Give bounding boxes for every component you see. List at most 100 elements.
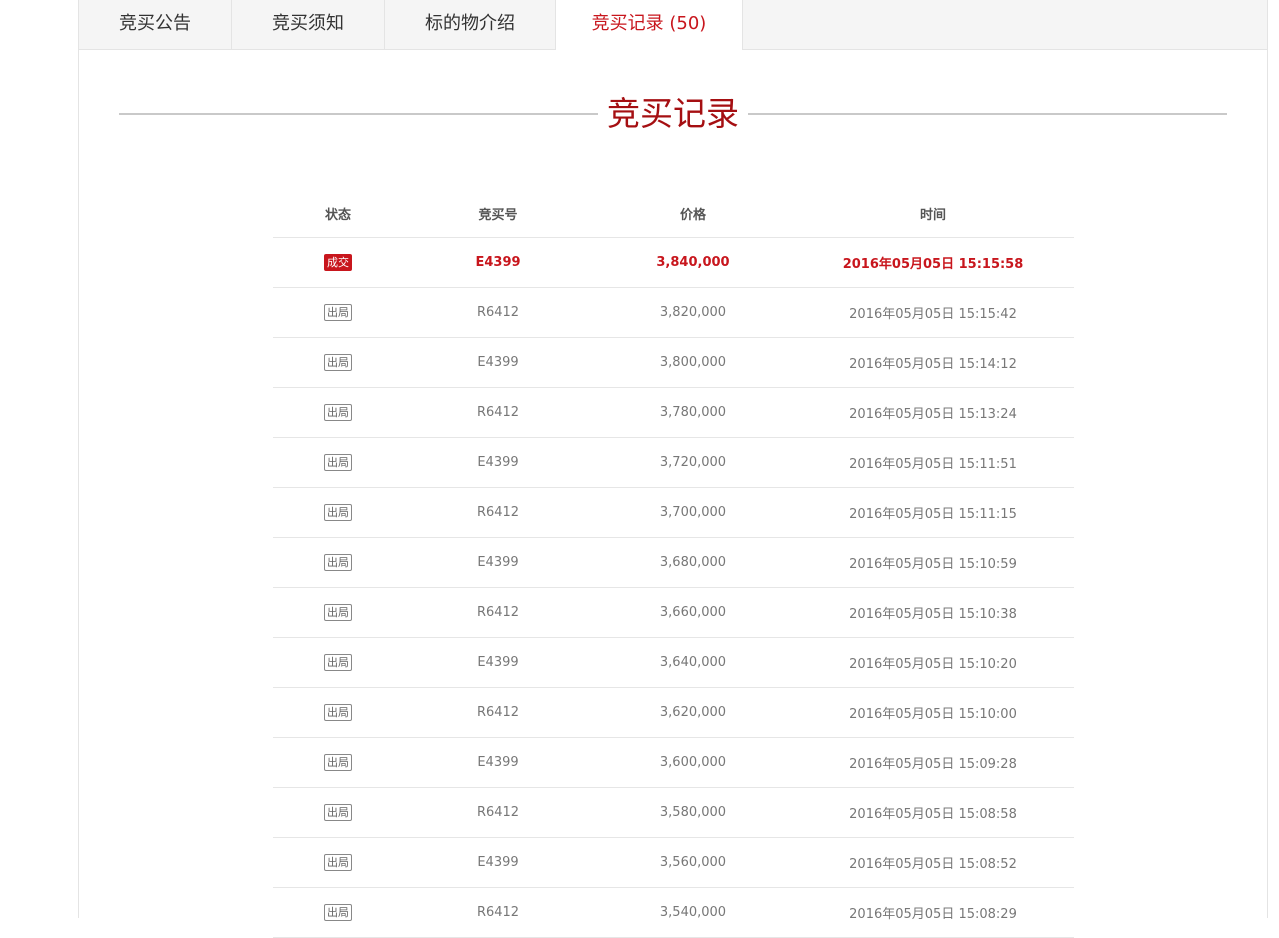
time-cell: 2016年05月05日 15:11:15 xyxy=(849,507,1017,522)
status-cell: 出局 xyxy=(273,438,403,487)
status-badge: 出局 xyxy=(324,804,352,821)
header-bidder-number: 竞买号 xyxy=(478,208,518,223)
table-row: 出局 E4399 3,680,000 2016年05月05日 15:10:59 xyxy=(273,538,1074,588)
table-row: 出局 R6412 3,580,000 2016年05月05日 15:08:58 xyxy=(273,788,1074,838)
time-cell: 2016年05月05日 15:10:59 xyxy=(849,557,1017,572)
time-cell: 2016年05月05日 15:11:51 xyxy=(849,457,1017,472)
tab-bid-records[interactable]: 竞买记录 (50) xyxy=(556,0,743,50)
table-row: 出局 E4399 3,720,000 2016年05月05日 15:11:51 xyxy=(273,438,1074,488)
table-row: 出局 R6412 3,660,000 2016年05月05日 15:10:38 xyxy=(273,588,1074,638)
status-badge: 出局 xyxy=(324,754,352,771)
status-badge: 出局 xyxy=(324,654,352,671)
bidder-number-cell: R6412 xyxy=(476,905,520,920)
bidder-number-cell: E4399 xyxy=(475,255,521,270)
status-cell: 出局 xyxy=(273,738,403,787)
bidder-number-cell: E4399 xyxy=(477,755,519,770)
bidder-number-cell: R6412 xyxy=(476,405,520,420)
status-badge: 出局 xyxy=(324,904,352,921)
bidder-number-cell: R6412 xyxy=(476,805,520,820)
time-cell: 2016年05月05日 15:14:12 xyxy=(849,357,1017,372)
table-row: 成交 E4399 3,840,000 2016年05月05日 15:15:58 xyxy=(273,238,1074,288)
status-badge: 出局 xyxy=(324,604,352,621)
status-badge: 出局 xyxy=(324,304,352,321)
status-cell: 出局 xyxy=(273,838,403,887)
status-badge: 出局 xyxy=(324,554,352,571)
status-badge: 出局 xyxy=(324,404,352,421)
status-badge: 出局 xyxy=(324,354,352,371)
bidder-number-cell: E4399 xyxy=(477,655,519,670)
table-header-row: 状态 竞买号 价格 时间 xyxy=(273,190,1074,238)
header-status: 状态 xyxy=(324,208,351,223)
status-cell: 出局 xyxy=(273,488,403,537)
bidder-number-cell: R6412 xyxy=(476,305,520,320)
price-cell: 3,700,000 xyxy=(659,505,727,520)
price-cell: 3,600,000 xyxy=(659,755,727,770)
status-badge: 出局 xyxy=(324,854,352,871)
table-row: 出局 E4399 3,560,000 2016年05月05日 15:08:52 xyxy=(273,838,1074,888)
time-cell: 2016年05月05日 15:10:00 xyxy=(849,707,1017,722)
price-cell: 3,680,000 xyxy=(659,555,727,570)
status-cell: 成交 xyxy=(273,238,403,287)
table-row: 出局 R6412 3,540,000 2016年05月05日 15:08:29 xyxy=(273,888,1074,938)
bidder-number-cell: E4399 xyxy=(477,455,519,470)
bid-records-table: 状态 竞买号 价格 时间 成交 E4399 3,840,000 2016年05月05日… xyxy=(273,190,1074,938)
time-cell: 2016年05月05日 15:08:52 xyxy=(849,857,1017,872)
status-badge: 出局 xyxy=(324,704,352,721)
status-cell: 出局 xyxy=(273,588,403,637)
section-title: 竞买记录 xyxy=(607,94,739,133)
status-cell: 出局 xyxy=(273,338,403,387)
bidder-number-cell: E4399 xyxy=(477,355,519,370)
section-header: 竞买记录 xyxy=(119,90,1227,138)
status-cell: 出局 xyxy=(273,638,403,687)
bidder-number-cell: E4399 xyxy=(477,555,519,570)
price-cell: 3,540,000 xyxy=(659,905,727,920)
price-cell: 3,720,000 xyxy=(659,455,727,470)
time-cell: 2016年05月05日 15:08:29 xyxy=(849,907,1017,922)
status-badge: 出局 xyxy=(324,454,352,471)
time-cell: 2016年05月05日 15:15:42 xyxy=(849,307,1017,322)
status-badge: 成交 xyxy=(324,254,352,271)
tab-announcement[interactable]: 竞买公告 xyxy=(79,0,232,49)
tab-bidding-notice[interactable]: 竞买须知 xyxy=(232,0,385,49)
tab-bar: 竞买公告 竞买须知 标的物介绍 竞买记录 (50) xyxy=(79,0,1267,50)
status-cell: 出局 xyxy=(273,538,403,587)
price-cell: 3,620,000 xyxy=(659,705,727,720)
status-cell: 出局 xyxy=(273,288,403,337)
price-cell: 3,840,000 xyxy=(656,255,730,270)
table-row: 出局 E4399 3,800,000 2016年05月05日 15:14:12 xyxy=(273,338,1074,388)
price-cell: 3,660,000 xyxy=(659,605,727,620)
time-cell: 2016年05月05日 15:09:28 xyxy=(849,757,1017,772)
table-row: 出局 R6412 3,700,000 2016年05月05日 15:11:15 xyxy=(273,488,1074,538)
bidder-number-cell: R6412 xyxy=(476,705,520,720)
status-cell: 出局 xyxy=(273,388,403,437)
auction-panel: 竞买公告 竞买须知 标的物介绍 竞买记录 (50) 竞买记录 状态 竞买号 价格… xyxy=(78,0,1268,938)
table-row: 出局 E4399 3,640,000 2016年05月05日 15:10:20 xyxy=(273,638,1074,688)
status-cell: 出局 xyxy=(273,888,403,937)
time-cell: 2016年05月05日 15:13:24 xyxy=(849,407,1017,422)
price-cell: 3,820,000 xyxy=(659,305,727,320)
title-divider-right xyxy=(748,113,1227,115)
status-cell: 出局 xyxy=(273,688,403,737)
time-cell: 2016年05月05日 15:10:20 xyxy=(849,657,1017,672)
table-row: 出局 R6412 3,820,000 2016年05月05日 15:15:42 xyxy=(273,288,1074,338)
status-badge: 出局 xyxy=(324,504,352,521)
bidder-number-cell: R6412 xyxy=(476,605,520,620)
status-cell: 出局 xyxy=(273,788,403,837)
price-cell: 3,780,000 xyxy=(659,405,727,420)
bidder-number-cell: R6412 xyxy=(476,505,520,520)
price-cell: 3,640,000 xyxy=(659,655,727,670)
price-cell: 3,580,000 xyxy=(659,805,727,820)
title-divider-left xyxy=(119,113,598,115)
table-row: 出局 R6412 3,620,000 2016年05月05日 15:10:00 xyxy=(273,688,1074,738)
header-price: 价格 xyxy=(679,208,706,223)
price-cell: 3,800,000 xyxy=(659,355,727,370)
time-cell: 2016年05月05日 15:10:38 xyxy=(849,607,1017,622)
price-cell: 3,560,000 xyxy=(659,855,727,870)
header-time: 时间 xyxy=(919,208,946,223)
time-cell: 2016年05月05日 15:08:58 xyxy=(849,807,1017,822)
table-row: 出局 E4399 3,600,000 2016年05月05日 15:09:28 xyxy=(273,738,1074,788)
tab-item-introduction[interactable]: 标的物介绍 xyxy=(385,0,556,49)
bidder-number-cell: E4399 xyxy=(477,855,519,870)
table-row: 出局 R6412 3,780,000 2016年05月05日 15:13:24 xyxy=(273,388,1074,438)
time-cell: 2016年05月05日 15:15:58 xyxy=(842,257,1024,272)
